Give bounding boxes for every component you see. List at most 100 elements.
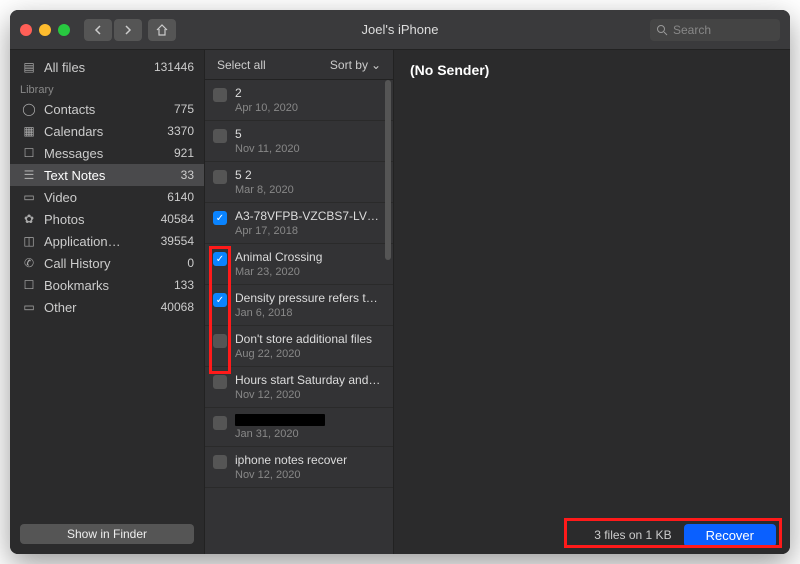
list-item-title: Hours start Saturday and en… <box>235 373 383 387</box>
sort-by-button[interactable]: Sort by ⌄ <box>330 58 381 72</box>
scrollbar[interactable] <box>385 80 391 260</box>
phone-icon: ✆ <box>20 256 38 270</box>
list-item[interactable]: 5Nov 11, 2020 <box>205 121 393 162</box>
list-item[interactable]: 2 Apr 10, 2020 <box>205 80 393 121</box>
forward-button[interactable] <box>114 19 142 41</box>
minimize-icon[interactable] <box>39 24 51 36</box>
checkbox[interactable] <box>213 334 227 348</box>
sidebar-item-call-history[interactable]: ✆ Call History 0 <box>10 252 204 274</box>
sidebar-item-video[interactable]: ▭ Video 6140 <box>10 186 204 208</box>
list-item-date: Nov 11, 2020 <box>235 143 383 155</box>
sidebar-item-label: Video <box>44 190 77 205</box>
sidebar-all-files[interactable]: ▤ All files 131446 <box>10 56 204 78</box>
list-item[interactable]: ✓ Animal Crossing Mar 23, 2020 <box>205 244 393 285</box>
search-placeholder: Search <box>673 23 711 37</box>
sidebar-item-messages[interactable]: ☐ Messages 921 <box>10 142 204 164</box>
list-item-title: iphone notes recover <box>235 453 383 467</box>
sidebar-item-count: 33 <box>181 168 194 182</box>
sidebar-item-count: 40068 <box>161 300 194 314</box>
search-input[interactable]: Search <box>650 19 780 41</box>
app-icon: ◫ <box>20 234 38 248</box>
list-item-date: Jan 6, 2018 <box>235 307 383 319</box>
checkbox[interactable] <box>213 129 227 143</box>
checkbox[interactable] <box>213 455 227 469</box>
detail-sender: (No Sender) <box>394 50 790 90</box>
close-icon[interactable] <box>20 24 32 36</box>
sidebar-item-contacts[interactable]: ◯ Contacts 775 <box>10 98 204 120</box>
checkbox[interactable]: ✓ <box>213 211 227 225</box>
stack-icon: ▤ <box>20 60 38 74</box>
list-body: 2 Apr 10, 2020 5Nov 11, 2020 5 2 Mar 8, 2020… <box>205 80 393 554</box>
sidebar-item-other[interactable]: ▭ Other 40068 <box>10 296 204 318</box>
checkbox[interactable]: ✓ <box>213 252 227 266</box>
sidebar-item-label: All files <box>44 60 85 75</box>
sidebar-item-count: 0 <box>187 256 194 270</box>
list-item[interactable]: ✓ Density pressure refers to th… Jan 6, 20… <box>205 285 393 326</box>
sidebar-section-label: Library <box>10 78 204 98</box>
list-item-title: 2 <box>235 86 383 100</box>
list-item-date: Nov 12, 2020 <box>235 389 383 401</box>
checkbox[interactable] <box>213 416 227 430</box>
sidebar-item-label: Messages <box>44 146 103 161</box>
list-item-title: 5 2 <box>235 168 383 182</box>
home-button[interactable] <box>148 19 176 41</box>
sidebar-item-calendars[interactable]: ▦ Calendars 3370 <box>10 120 204 142</box>
sidebar-item-count: 39554 <box>161 234 194 248</box>
list-item[interactable]: Jan 31, 2020 <box>205 408 393 447</box>
chat-icon: ☐ <box>20 146 38 160</box>
list-item[interactable]: iphone notes recover Nov 12, 2020 <box>205 447 393 488</box>
sidebar-item-photos[interactable]: ✿ Photos 40584 <box>10 208 204 230</box>
person-icon: ◯ <box>20 102 38 116</box>
sidebar-item-count: 775 <box>174 102 194 116</box>
detail-pane: (No Sender) 3 files on 1 KB Recover <box>394 50 790 554</box>
sidebar-item-label: Calendars <box>44 124 103 139</box>
search-icon <box>656 24 668 36</box>
select-all-button[interactable]: Select all <box>217 58 266 72</box>
sidebar-item-count: 131446 <box>154 60 194 74</box>
nav-group <box>84 19 142 41</box>
list-item-date: Jan 31, 2020 <box>235 428 383 440</box>
sidebar-item-label: Photos <box>44 212 84 227</box>
note-icon: ☰ <box>20 168 38 182</box>
list-item[interactable]: 5 2 Mar 8, 2020 <box>205 162 393 203</box>
window-controls <box>20 24 70 36</box>
sidebar-item-label: Contacts <box>44 102 95 117</box>
sidebar-item-applications[interactable]: ◫ Application… 39554 <box>10 230 204 252</box>
checkbox[interactable] <box>213 88 227 102</box>
titlebar: Joel's iPhone Search <box>10 10 790 50</box>
list-item-date: Apr 10, 2020 <box>235 102 383 114</box>
list-item[interactable]: Hours start Saturday and en… Nov 12, 2020 <box>205 367 393 408</box>
recover-button[interactable]: Recover <box>684 524 776 547</box>
video-icon: ▭ <box>20 190 38 204</box>
list-item-date: Mar 23, 2020 <box>235 266 383 278</box>
list-item[interactable]: Don't store additional filesAug 22, 2020 <box>205 326 393 367</box>
checkbox[interactable]: ✓ <box>213 293 227 307</box>
checkbox[interactable] <box>213 170 227 184</box>
fullscreen-icon[interactable] <box>58 24 70 36</box>
folder-icon: ▭ <box>20 300 38 314</box>
bookmark-icon: ☐ <box>20 278 38 292</box>
sidebar-item-label: Application… <box>44 234 121 249</box>
sidebar-item-label: Call History <box>44 256 110 271</box>
list-item-date: Mar 8, 2020 <box>235 184 383 196</box>
selection-status: 3 files on 1 KB <box>594 528 671 542</box>
back-button[interactable] <box>84 19 112 41</box>
notes-list: Select all Sort by ⌄ 2 Apr 10, 2020 5Nov 1… <box>204 50 394 554</box>
content: ▤ All files 131446 Library ◯ Contacts 77… <box>10 50 790 554</box>
footer: 3 files on 1 KB Recover <box>394 516 790 554</box>
sidebar-item-count: 3370 <box>167 124 194 138</box>
list-item-title: Density pressure refers to th… <box>235 291 383 305</box>
list-item-title: Animal Crossing <box>235 250 383 264</box>
checkbox[interactable] <box>213 375 227 389</box>
sidebar-item-label: Bookmarks <box>44 278 109 293</box>
sidebar-item-bookmarks[interactable]: ☐ Bookmarks 133 <box>10 274 204 296</box>
chevron-down-icon: ⌄ <box>371 58 381 72</box>
list-item-title <box>235 414 325 426</box>
list-item-date: Nov 12, 2020 <box>235 469 383 481</box>
sidebar-item-text-notes[interactable]: ☰ Text Notes 33 <box>10 164 204 186</box>
list-header: Select all Sort by ⌄ <box>205 50 393 80</box>
list-item-date: Aug 22, 2020 <box>235 348 383 360</box>
show-in-finder-button[interactable]: Show in Finder <box>20 524 194 544</box>
sidebar-item-label: Text Notes <box>44 168 105 183</box>
list-item[interactable]: ✓A3-78VFPB-VZCBS7-LVEEX…Apr 17, 2018 <box>205 203 393 244</box>
